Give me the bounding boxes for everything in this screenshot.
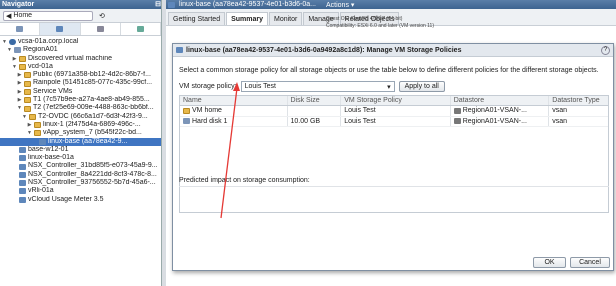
arrow-head [233, 82, 240, 91]
arrow-shaft [220, 87, 238, 219]
annotation-arrow [220, 82, 240, 219]
